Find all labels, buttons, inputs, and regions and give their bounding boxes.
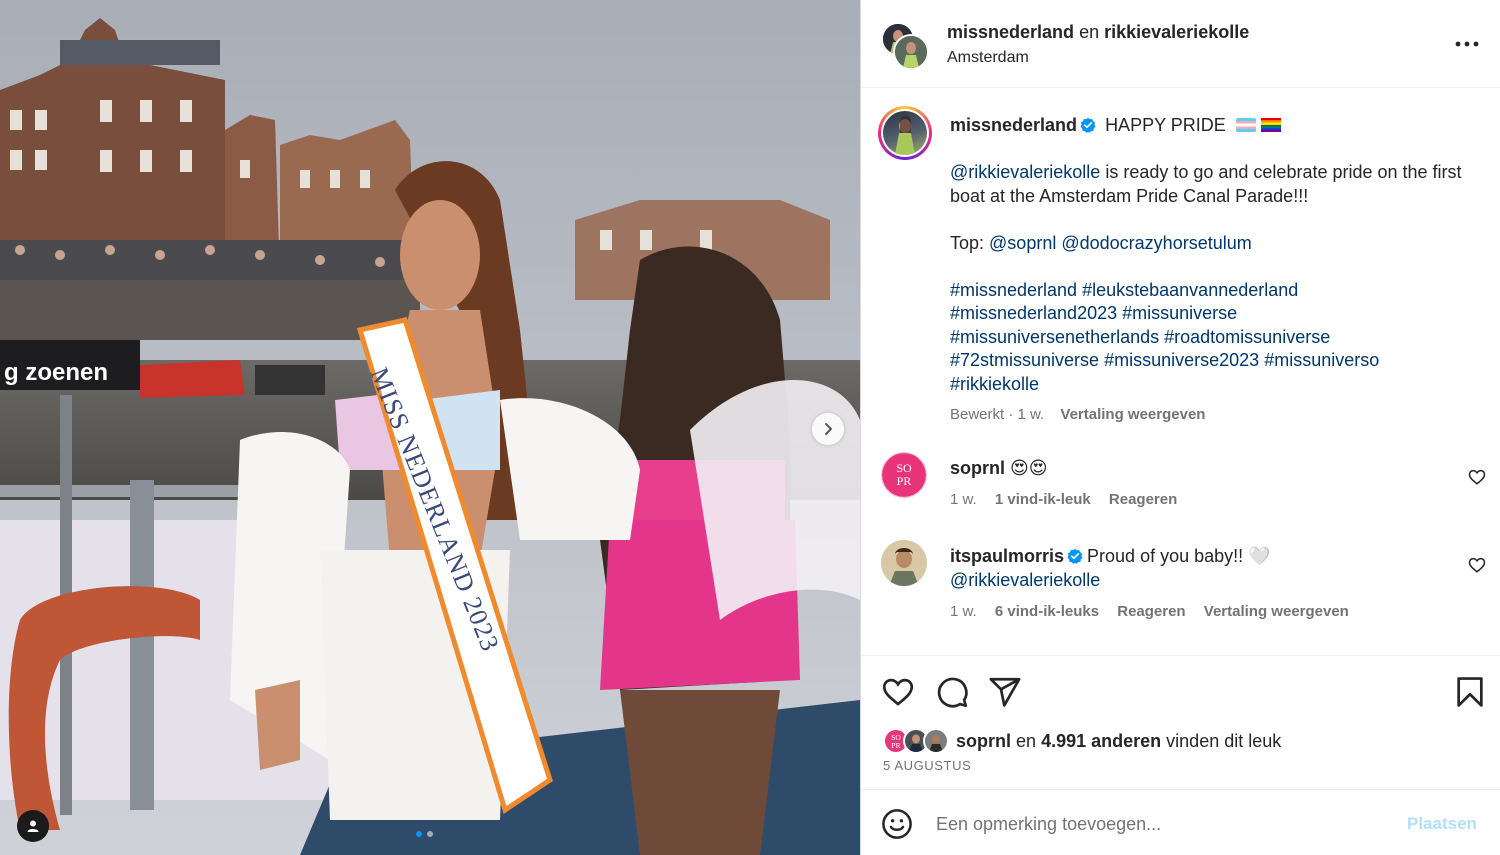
comment-text: Proud of you baby!! 🤍 [1087, 546, 1271, 566]
caption-mention-soprnl[interactable]: @soprnl [989, 233, 1056, 253]
like-comment-heart-icon[interactable] [1468, 556, 1486, 574]
comment-time[interactable]: 1 w. [950, 603, 977, 620]
hashtag[interactable]: #roadtomissuniverse [1164, 327, 1330, 347]
verified-icon [1067, 548, 1083, 564]
likes-text: soprnl en 4.991 anderen vinden dit leuk [956, 731, 1281, 752]
more-icon [1455, 41, 1479, 47]
hashtag[interactable]: #rikkiekolle [950, 374, 1039, 394]
rainbow-flag-icon [1260, 118, 1281, 132]
commenter-avatar-itspaulmorris[interactable] [881, 540, 927, 586]
emoji-icon[interactable] [881, 808, 913, 840]
chevron-right-icon [825, 423, 832, 435]
caption-meta: Bewerkt · 1 w. Vertaling weergeven [950, 406, 1206, 423]
hashtag[interactable]: #missuniverse2023 [1104, 350, 1259, 370]
hashtag[interactable]: #missnederland2023 [950, 303, 1117, 323]
location-link[interactable]: Amsterdam [947, 49, 1029, 67]
more-options-button[interactable] [1451, 30, 1483, 58]
post-header-title: missnederland en rikkievaleriekolle [947, 22, 1249, 43]
caption-time[interactable]: 1 w. [1018, 406, 1045, 423]
commenter-avatar-soprnl[interactable]: SO PR [881, 452, 927, 498]
post-comment-button[interactable]: Plaatsen [1407, 814, 1477, 834]
bookmark-icon[interactable] [1453, 675, 1487, 709]
likes-suffix: vinden dit leuk [1166, 730, 1282, 751]
user-tag-icon [27, 820, 39, 832]
carousel-dot-active [416, 831, 422, 837]
hashtag[interactable]: #leukstebaanvannederland [1082, 280, 1298, 300]
comment-icon[interactable] [935, 675, 969, 709]
comment-likes[interactable]: 1 vind-ik-leuk [995, 491, 1091, 508]
hashtag[interactable]: #missuniversenetherlands [950, 327, 1159, 347]
liker-avatar [923, 728, 949, 754]
comment-likes[interactable]: 6 vind-ik-leuks [995, 603, 1099, 620]
banner-text: g zoenen [4, 359, 108, 386]
carousel-dots [416, 831, 433, 837]
like-comment-heart-icon[interactable] [1468, 468, 1486, 486]
caption-username[interactable]: missnederland [950, 115, 1077, 135]
post-actions: SO PR soprnl en 4.991 anderen vinden dit … [861, 655, 1500, 789]
carousel-dot [427, 831, 433, 837]
caption-top-label: Top: [950, 232, 990, 253]
comment-meta: 1 w. 6 vind-ik-leuks Reageren Vertaling … [950, 600, 1430, 624]
comment-username[interactable]: itspaulmorris [950, 546, 1064, 566]
add-comment-bar: Plaatsen [861, 789, 1500, 855]
post-photo[interactable]: g zoenen MISS NEDERLAND 2023 [0, 0, 860, 855]
post-caption: missnederland HAPPY PRIDE @rikkievalerie… [950, 114, 1480, 427]
liker-avatars[interactable]: SO PR [883, 728, 951, 754]
reply-button[interactable]: Reageren [1109, 491, 1177, 508]
comment-input[interactable] [936, 810, 1376, 838]
verified-icon [1080, 117, 1096, 133]
comment-username[interactable]: soprnl [950, 458, 1005, 478]
comment-mention[interactable]: @rikkievaleriekolle [950, 570, 1100, 590]
hashtag[interactable]: #missuniverso [1264, 350, 1379, 370]
likes-summary: SO PR soprnl en 4.991 anderen vinden dit … [883, 728, 1281, 754]
liker-username[interactable]: soprnl [956, 731, 1011, 751]
comment-time[interactable]: 1 w. [950, 491, 977, 508]
caption-mention-dodo[interactable]: @dodocrazyhorsetulum [1061, 233, 1251, 253]
likes-count[interactable]: 4.991 anderen [1041, 731, 1161, 751]
soprnl-logo: SO PR [882, 453, 926, 497]
header-username[interactable]: missnederland [947, 22, 1074, 42]
photo-scene: g zoenen MISS NEDERLAND 2023 [0, 0, 860, 855]
tagged-users-button[interactable] [17, 810, 49, 842]
translate-caption-button[interactable]: Vertaling weergeven [1060, 406, 1205, 423]
edited-label: Bewerkt [950, 406, 1005, 423]
share-icon[interactable] [988, 675, 1022, 709]
svg-text:PR: PR [891, 741, 900, 750]
translate-comment-button[interactable]: Vertaling weergeven [1204, 603, 1349, 620]
comment-meta: 1 w. 1 vind-ik-leuk Reageren [950, 488, 1430, 512]
avatar-rikkievaleriekolle[interactable] [893, 34, 929, 70]
post-header: missnederland en rikkievaleriekolle Amst… [861, 0, 1500, 88]
hashtag[interactable]: #missuniverse [1122, 303, 1237, 323]
trans-flag-icon [1235, 118, 1256, 132]
hashtag[interactable]: #missnederland [950, 280, 1077, 300]
header-collaborator[interactable]: rikkievaleriekolle [1104, 22, 1249, 42]
caption-avatar[interactable] [878, 106, 932, 160]
next-photo-button[interactable] [812, 413, 844, 445]
hashtag[interactable]: #72stmissuniverse [950, 350, 1099, 370]
post-date[interactable]: 5 AUGUSTUS [883, 758, 971, 773]
caption-mention[interactable]: @rikkievaleriekolle [950, 162, 1100, 182]
likes-connector: en [1016, 730, 1037, 751]
heart-icon[interactable] [881, 675, 915, 709]
reply-button[interactable]: Reageren [1117, 603, 1185, 620]
post-details-panel: missnederland en rikkievaleriekolle Amst… [860, 0, 1500, 855]
caption-title: HAPPY PRIDE [1105, 115, 1226, 135]
header-conjunction: en [1079, 22, 1100, 42]
caption-hashtags: #missnederland #leukstebaanvannederland … [950, 279, 1480, 397]
comment-text: 😍😍 [1010, 458, 1048, 478]
collab-avatars[interactable] [881, 22, 929, 70]
